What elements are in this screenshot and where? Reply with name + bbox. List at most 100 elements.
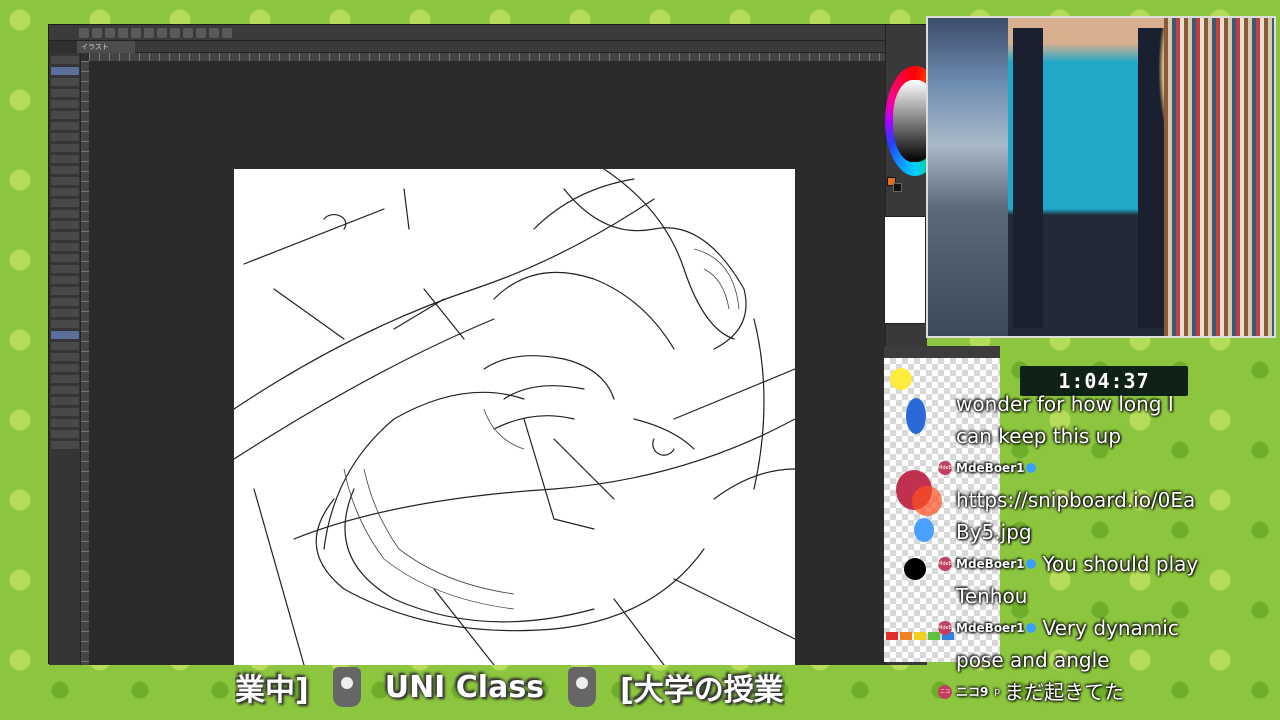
tool-slot[interactable] [51, 78, 79, 86]
tool-slot-selected[interactable] [51, 331, 79, 339]
chat-message-text: まだ起きてた [1004, 680, 1125, 704]
palette-blob-blue[interactable] [906, 398, 926, 434]
tool-slot[interactable] [51, 166, 79, 174]
tool-slot[interactable] [51, 243, 79, 251]
tool-slot[interactable] [51, 254, 79, 262]
chat-message: ニコ ニコ9 p まだ起きてた [938, 676, 1254, 708]
tool-slot[interactable] [51, 309, 79, 317]
tool-slot[interactable] [51, 221, 79, 229]
chat-message-text: You should play [1042, 552, 1199, 576]
pen-icon[interactable] [209, 27, 219, 38]
palette-blob-yellow[interactable] [890, 368, 912, 390]
tool-slot[interactable] [51, 265, 79, 273]
chat-message-text: wonder for how long I [956, 392, 1174, 416]
chat-author-suffix: p [994, 687, 1001, 697]
ticker-text: [大学の授業 [620, 673, 784, 708]
sketch-drawing [234, 169, 795, 665]
member-badge-icon [1026, 463, 1037, 473]
chat-message-text: By5.jpg [956, 520, 1032, 544]
palette-blob-blue-small[interactable] [914, 518, 934, 542]
ruler-icon[interactable] [222, 27, 232, 38]
tool-slot[interactable] [51, 287, 79, 295]
tool-slot[interactable] [51, 397, 79, 405]
chat-message: MdeB MdeBoer1 Very dynamic [938, 612, 1254, 644]
member-badge-icon [1026, 559, 1037, 569]
tool-slot[interactable] [51, 144, 79, 152]
chat-message-text: can keep this up [956, 424, 1122, 448]
swatch-orange[interactable] [900, 632, 912, 640]
tool-slot[interactable] [51, 133, 79, 141]
tool-slot[interactable] [51, 375, 79, 383]
webcam-coat [1013, 28, 1043, 328]
webcam-bookshelf-right [1164, 18, 1274, 336]
chat-overlay: wonder for how long I can keep this up M… [938, 388, 1254, 704]
member-badge-icon [1026, 623, 1037, 633]
palette-blob-black[interactable] [904, 558, 926, 580]
tool-slot[interactable] [51, 419, 79, 427]
webcam-bookshelf-left [928, 18, 1008, 336]
tool-slot[interactable] [51, 430, 79, 438]
brush-icon[interactable] [196, 27, 206, 38]
tool-slot[interactable] [51, 177, 79, 185]
tool-slot[interactable] [51, 353, 79, 361]
tool-slot[interactable] [51, 232, 79, 240]
mascot-icon [568, 667, 597, 707]
palette-header [884, 346, 1000, 358]
ticker-text: UNI Class [384, 669, 545, 705]
tool-slot[interactable] [51, 441, 79, 449]
tool-slot[interactable] [51, 364, 79, 372]
tool-slot[interactable] [51, 188, 79, 196]
undo-icon[interactable] [118, 27, 128, 38]
navigator-thumbnail[interactable] [884, 216, 926, 324]
tool-slot[interactable] [51, 100, 79, 108]
avatar: MdeB [938, 621, 952, 635]
tool-slot[interactable] [51, 111, 79, 119]
drawing-app-window: イラスト [48, 24, 927, 665]
chat-message-text: pose and angle [956, 648, 1110, 672]
tool-slot[interactable] [51, 210, 79, 218]
command-bar [49, 25, 925, 41]
avatar: ニコ [938, 685, 952, 699]
settings-icon[interactable] [144, 27, 154, 38]
swatch-yellow[interactable] [914, 632, 926, 640]
new-icon[interactable] [79, 27, 89, 38]
tool-slot[interactable] [51, 386, 79, 394]
open-icon[interactable] [92, 27, 102, 38]
fill-icon[interactable] [157, 27, 167, 38]
canvas-area[interactable] [89, 61, 885, 665]
swatch-red[interactable] [886, 632, 898, 640]
vertical-ruler [81, 61, 89, 665]
tool-slot[interactable] [51, 342, 79, 350]
horizontal-ruler [89, 53, 885, 61]
mascot-icon [332, 667, 361, 707]
document-tab[interactable]: イラスト [77, 41, 135, 53]
tool-slot[interactable] [51, 276, 79, 284]
chat-message: MdeB MdeBoer1 You should play [938, 548, 1254, 580]
chat-author: MdeBoer1 [956, 461, 1025, 475]
save-icon[interactable] [105, 27, 115, 38]
tool-slot[interactable] [51, 122, 79, 130]
chat-author: MdeBoer1 [956, 621, 1025, 635]
tool-slot[interactable] [51, 320, 79, 328]
avatar: MdeB [938, 461, 952, 475]
ticker-text: 業中] [235, 673, 309, 708]
tool-slot[interactable] [51, 89, 79, 97]
chat-message-text: Very dynamic [1042, 616, 1179, 640]
webcam-overlay [926, 16, 1276, 338]
drawing-canvas[interactable] [234, 169, 795, 665]
check-icon[interactable] [183, 27, 193, 38]
tool-property-panel [49, 53, 81, 665]
chat-message: MdeB MdeBoer1 [938, 452, 1254, 484]
tool-slot-selected[interactable] [51, 67, 79, 75]
chat-message-text: https://snipboard.io/0Ea [956, 488, 1196, 512]
avatar: MdeB [938, 557, 952, 571]
sub-color-swatch[interactable] [893, 183, 902, 192]
tool-slot[interactable] [51, 298, 79, 306]
tool-slot[interactable] [51, 155, 79, 163]
redo-icon[interactable] [131, 27, 141, 38]
document-tabs: イラスト [77, 41, 925, 53]
tool-slot[interactable] [51, 199, 79, 207]
transform-icon[interactable] [170, 27, 180, 38]
tool-slot[interactable] [51, 56, 79, 64]
tool-slot[interactable] [51, 408, 79, 416]
